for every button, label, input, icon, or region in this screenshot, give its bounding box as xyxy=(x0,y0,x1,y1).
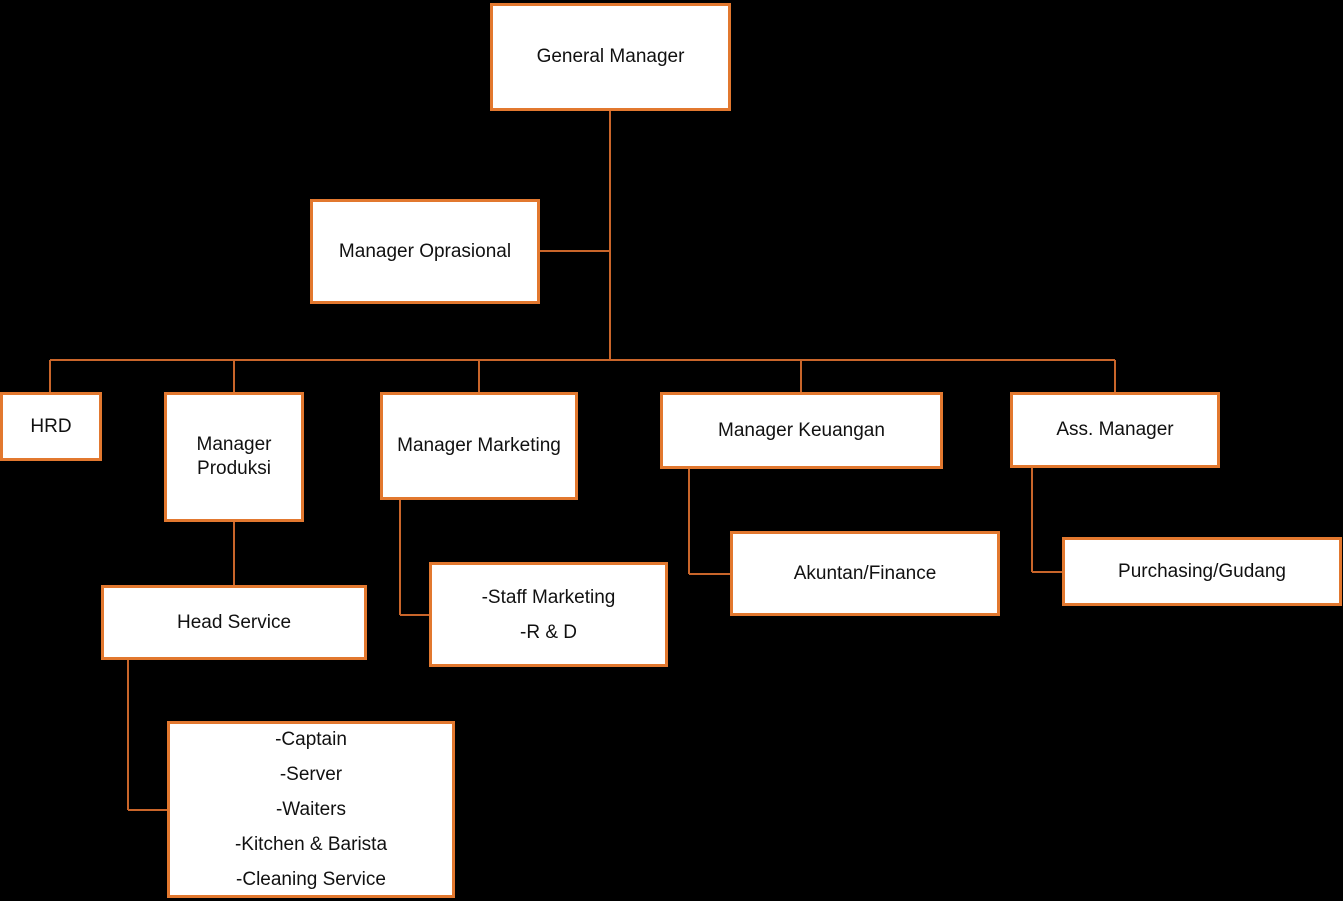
node-manager-keuangan: Manager Keuangan xyxy=(660,392,943,469)
node-label: Manager xyxy=(196,434,272,455)
node-label: Manager Marketing xyxy=(397,435,561,456)
node-head-service: Head Service xyxy=(101,585,367,660)
node-label: -Waiters xyxy=(275,799,347,820)
node-staff-marketing: -Staff Marketing -R & D xyxy=(429,562,668,667)
node-label: Ass. Manager xyxy=(1056,419,1174,440)
node-label: -Staff Marketing xyxy=(481,586,616,608)
node-label: -Server xyxy=(279,764,343,785)
node-label: -Cleaning Service xyxy=(236,869,386,890)
node-manager-marketing: Manager Marketing xyxy=(380,392,578,500)
node-hrd: HRD xyxy=(0,392,102,461)
node-label: Produksi xyxy=(197,458,271,479)
node-label: Manager Oprasional xyxy=(338,240,512,262)
node-label: -Kitchen & Barista xyxy=(234,834,388,855)
node-label: HRD xyxy=(30,415,72,437)
node-label: -R & D xyxy=(520,621,577,643)
node-label: Akuntan/Finance xyxy=(793,562,937,584)
node-purchasing-gudang: Purchasing/Gudang xyxy=(1062,537,1342,606)
node-label: Head Service xyxy=(176,611,292,633)
node-label: General Manager xyxy=(536,46,685,67)
node-general-manager: General Manager xyxy=(490,3,731,111)
node-ass-manager: Ass. Manager xyxy=(1010,392,1220,468)
node-manager-produksi: Manager Produksi xyxy=(164,392,304,522)
node-manager-oprasional: Manager Oprasional xyxy=(310,199,540,304)
node-label: Manager Keuangan xyxy=(718,419,885,441)
node-label: Purchasing/Gudang xyxy=(1118,560,1286,582)
node-label: -Captain xyxy=(275,729,347,750)
node-akuntan-finance: Akuntan/Finance xyxy=(730,531,1000,616)
org-chart: General Manager Manager Oprasional HRD M… xyxy=(0,0,1343,901)
node-service-staff: -Captain -Server -Waiters -Kitchen & Bar… xyxy=(167,721,455,898)
